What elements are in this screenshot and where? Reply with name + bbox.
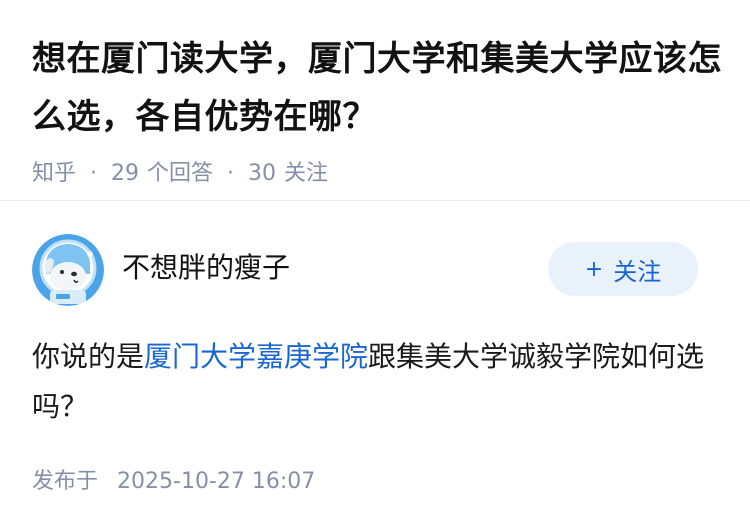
followers-count: 30 — [248, 161, 277, 186]
question-header: 想在厦门读大学，厦门大学和集美大学应该怎么选，各自优势在哪？ 知乎 · 29 个… — [32, 30, 722, 194]
question-title[interactable]: 想在厦门读大学，厦门大学和集美大学应该怎么选，各自优势在哪？ — [32, 30, 722, 146]
author-name[interactable]: 不想胖的瘦子 — [122, 250, 290, 286]
astronaut-dog-icon — [32, 234, 104, 306]
question-meta: 知乎 · 29 个回答 · 30 关注 — [32, 154, 722, 194]
meta-separator: · — [227, 161, 235, 186]
source-label[interactable]: 知乎 — [32, 154, 76, 194]
answer-author-row: 不想胖的瘦子 + 关注 — [32, 234, 718, 306]
meta-separator: · — [90, 161, 98, 186]
school-link[interactable]: 厦门大学嘉庚学院 — [144, 340, 368, 373]
avatar[interactable] — [32, 234, 104, 306]
publish-label: 发布于 — [32, 469, 99, 494]
followers-label: 关注 — [284, 161, 329, 186]
divider — [0, 200, 750, 201]
answers-count: 29 — [111, 161, 140, 186]
page: 想在厦门读大学，厦门大学和集美大学应该怎么选，各自优势在哪？ 知乎 · 29 个… — [0, 0, 750, 532]
publish-time: 2025-10-27 16:07 — [117, 469, 316, 494]
plus-icon: + — [584, 256, 604, 282]
follow-button[interactable]: + 关注 — [548, 242, 698, 296]
follow-button-label: 关注 — [613, 257, 662, 286]
answer-content: 你说的是厦门大学嘉庚学院跟集美大学诚毅学院如何选吗？ — [32, 332, 712, 432]
answers-label: 个回答 — [147, 161, 214, 186]
publish-info: 发布于 2025-10-27 16:07 — [32, 462, 315, 502]
answer-text-prefix: 你说的是 — [32, 340, 145, 373]
